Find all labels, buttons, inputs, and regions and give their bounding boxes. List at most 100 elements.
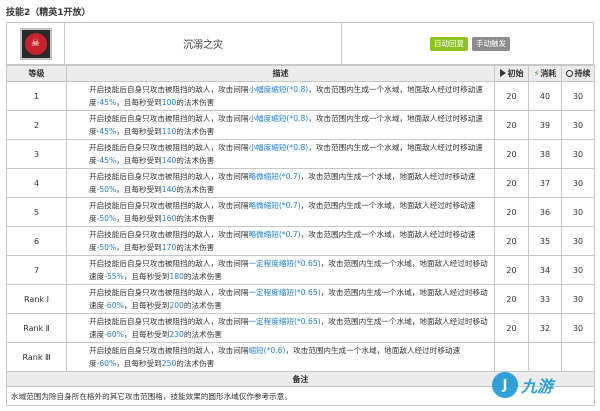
desc-damage: 230 — [169, 330, 184, 339]
table-row: 4 开启技能后自身只攻击被阻挡的敌人，攻击间隔略微缩短(*0.7)，攻击范围内生成… — [6, 168, 595, 198]
row-level: 4 — [6, 168, 67, 198]
desc-damage: 160 — [161, 214, 177, 223]
desc-slow: -45% — [96, 156, 117, 165]
desc-text: 的法术伤害 — [176, 214, 215, 223]
row-cost: 37 — [528, 168, 562, 198]
row-initial: 20 — [494, 226, 529, 256]
desc-interval: 小幅度缩短(*0.8) — [248, 85, 309, 94]
desc-damage: 200 — [169, 301, 184, 310]
desc-text: ，且每秒受到 — [116, 359, 162, 368]
row-cost: 38 — [528, 139, 562, 169]
row-duration: 30 — [561, 139, 595, 169]
desc-text: 开启技能后自身只攻击被阻挡的敌人，攻击间隔 — [89, 288, 249, 297]
desc-text: 开启技能后自身只攻击被阻挡的敌人，攻击间隔 — [89, 317, 249, 326]
table-row: 1 开启技能后自身只攻击被阻挡的敌人，攻击间隔小幅度缩短(*0.8)，攻击范围内生… — [6, 81, 595, 111]
desc-damage: 140 — [161, 185, 177, 194]
skill-table: 等级 描述 初始 ⚡消耗 持续 1 开启技能后自身只攻击被阻挡的敌人，攻击间隔小幅… — [6, 65, 595, 406]
desc-interval: 小幅度缩短(*0.8) — [248, 114, 309, 123]
row-description: 开启技能后自身只攻击被阻挡的敌人，攻击间隔一定程度缩短(*0.65)，攻击范围内… — [66, 284, 495, 314]
desc-text: ，且每秒受到 — [123, 272, 170, 281]
watermark: J 九游 — [492, 365, 592, 405]
clock-icon — [565, 70, 573, 77]
skill-tags: 自动回复 手动触发 — [342, 23, 593, 64]
row-level: 7 — [6, 255, 67, 285]
row-initial: 20 — [494, 110, 529, 140]
row-duration: 30 — [561, 226, 595, 256]
row-level: 2 — [6, 110, 67, 140]
row-duration: 30 — [561, 255, 595, 285]
skill-emblem-icon: ☠ — [24, 32, 47, 55]
desc-text: 的法术伤害 — [176, 359, 215, 368]
table-row: Rank Ⅱ 开启技能后自身只攻击被阻挡的敌人，攻击间隔一定程度缩短(*0.65)… — [6, 313, 595, 343]
desc-text: 的法术伤害 — [176, 243, 215, 252]
desc-slow: -60% — [104, 301, 124, 310]
desc-text: ，且每秒受到 — [116, 98, 162, 107]
desc-text: 的法术伤害 — [176, 98, 215, 107]
desc-text: 的法术伤害 — [183, 330, 222, 339]
desc-text: ，且每秒受到 — [123, 330, 170, 339]
skill-header: ☠ 沉溺之灾 自动回复 手动触发 — [6, 22, 594, 65]
desc-interval: 小幅度缩短(*0.8) — [248, 143, 309, 152]
desc-text: ，且每秒受到 — [116, 127, 162, 136]
row-duration: 30 — [561, 197, 595, 227]
row-cost: 32 — [528, 313, 562, 343]
row-description: 开启技能后自身只攻击被阻挡的敌人，攻击间隔略微缩短(*0.7)，攻击范围内生成一… — [66, 226, 495, 256]
desc-interval: 略微缩短(*0.7) — [248, 172, 301, 181]
row-duration: 30 — [561, 284, 595, 314]
table-row: 6 开启技能后自身只攻击被阻挡的敌人，攻击间隔略微缩短(*0.7)，攻击范围内生成… — [6, 226, 595, 256]
row-level: 5 — [6, 197, 67, 227]
row-initial: 20 — [494, 197, 529, 227]
desc-text: 开启技能后自身只攻击被阻挡的敌人，攻击间隔 — [89, 346, 249, 355]
desc-interval: 一定程度缩短(*0.65) — [248, 317, 321, 326]
row-description: 开启技能后自身只攻击被阻挡的敌人，攻击间隔小幅度缩短(*0.8)，攻击范围内生成… — [66, 110, 495, 140]
desc-interval: 一定程度缩短(*0.65) — [248, 288, 321, 297]
skill-name: 沉溺之灾 — [65, 23, 342, 64]
desc-text: 开启技能后自身只攻击被阻挡的敌人，攻击间隔 — [89, 259, 249, 268]
desc-text: ，且每秒受到 — [123, 301, 170, 310]
skill-icon: ☠ — [19, 27, 52, 60]
desc-text: 开启技能后自身只攻击被阻挡的敌人，攻击间隔 — [89, 201, 249, 210]
desc-text: 的法术伤害 — [176, 185, 215, 194]
desc-text: 的法术伤害 — [176, 156, 215, 165]
row-initial: 20 — [494, 313, 529, 343]
desc-slow: -50% — [96, 243, 117, 252]
row-cost: 36 — [528, 197, 562, 227]
row-initial: 20 — [494, 139, 529, 169]
table-row: 3 开启技能后自身只攻击被阻挡的敌人，攻击间隔小幅度缩短(*0.8)，攻击范围内生… — [6, 139, 595, 169]
play-icon — [499, 69, 506, 77]
col-duration: 持续 — [561, 65, 595, 82]
desc-text: ，且每秒受到 — [116, 243, 162, 252]
desc-text: 开启技能后自身只攻击被阻挡的敌人，攻击间隔 — [89, 172, 249, 181]
table-row: 7 开启技能后自身只攻击被阻挡的敌人，攻击间隔一定程度缩短(*0.65)，攻击范围… — [6, 255, 595, 285]
row-description: 开启技能后自身只攻击被阻挡的敌人，攻击间隔缩短(*0.6)，攻击范围内生成一个水… — [66, 342, 495, 372]
desc-text: 开启技能后自身只攻击被阻挡的敌人，攻击间隔 — [89, 143, 249, 152]
row-duration: 30 — [561, 313, 595, 343]
row-level: Rank Ⅲ — [6, 342, 67, 372]
desc-slow: -55% — [104, 272, 124, 281]
desc-damage: 110 — [161, 127, 177, 136]
tag-auto-recovery: 自动回复 — [430, 36, 468, 51]
table-header-row: 等级 描述 初始 ⚡消耗 持续 — [6, 65, 595, 82]
row-cost: 34 — [528, 255, 562, 285]
row-duration: 30 — [561, 110, 595, 140]
col-cost: ⚡消耗 — [528, 65, 562, 82]
desc-interval: 缩短(*0.6) — [248, 346, 286, 355]
desc-slow: -60% — [104, 330, 124, 339]
desc-slow: -60% — [96, 359, 117, 368]
row-level: 1 — [6, 81, 67, 111]
desc-interval: 略微缩短(*0.7) — [248, 201, 301, 210]
desc-damage: 180 — [169, 272, 184, 281]
desc-text: 的法术伤害 — [176, 127, 215, 136]
desc-slow: -50% — [96, 185, 117, 194]
desc-text: 开启技能后自身只攻击被阻挡的敌人，攻击间隔 — [89, 114, 249, 123]
desc-text: 开启技能后自身只攻击被阻挡的敌人，攻击间隔 — [89, 85, 249, 94]
row-duration: 30 — [561, 168, 595, 198]
desc-slow: -45% — [96, 98, 117, 107]
desc-damage: 100 — [161, 98, 177, 107]
section-title: 技能2（精英1开放） — [6, 8, 91, 18]
desc-text: 的法术伤害 — [183, 301, 222, 310]
col-level: 等级 — [6, 65, 67, 82]
row-level: Rank Ⅰ — [6, 284, 67, 314]
row-level: Rank Ⅱ — [6, 313, 67, 343]
table-row: 5 开启技能后自身只攻击被阻挡的敌人，攻击间隔略微缩短(*0.7)，攻击范围内生成… — [6, 197, 595, 227]
